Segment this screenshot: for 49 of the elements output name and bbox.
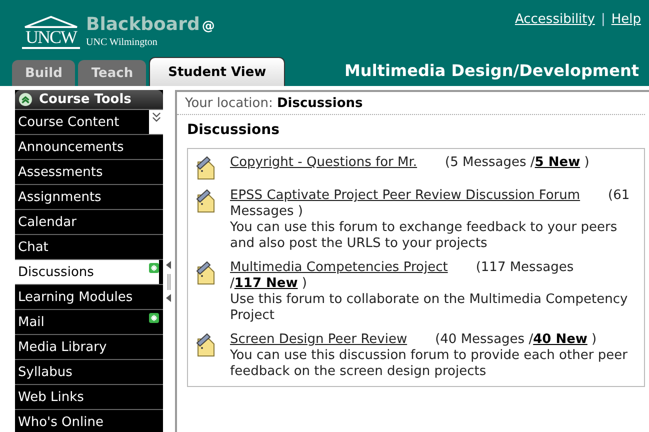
forum-icon bbox=[194, 333, 216, 357]
page-heading: Discussions bbox=[186, 121, 280, 140]
sidebar-title: Course Tools bbox=[39, 92, 132, 107]
sidebar-item[interactable]: Assessments bbox=[15, 160, 163, 184]
forum-icon bbox=[194, 189, 216, 213]
brand-name: Blackboard@ bbox=[86, 15, 215, 37]
forum-link[interactable]: Copyright - Questions for Mr. bbox=[230, 155, 418, 170]
sidebar-item[interactable]: Mail bbox=[15, 310, 163, 334]
view-tab[interactable]: Teach bbox=[78, 60, 146, 86]
brand-subtitle: UNC Wilmington bbox=[86, 37, 158, 48]
expand-icon[interactable] bbox=[149, 110, 163, 134]
new-messages-link[interactable]: 117 New bbox=[234, 276, 298, 291]
forum-link[interactable]: EPSS Captivate Project Peer Review Discussion Forum bbox=[230, 188, 580, 203]
forum-description: You can use this discussion forum to provide each other peer feedback on the screen design projects bbox=[230, 348, 628, 380]
sidebar-item[interactable]: Learning Modules bbox=[15, 285, 163, 309]
sidebar-item[interactable]: Chat bbox=[15, 235, 163, 259]
new-messages-link[interactable]: 5 New bbox=[534, 155, 580, 170]
course-title: Multimedia Design/Development bbox=[344, 61, 639, 82]
forum-link[interactable]: Multimedia Competencies Project bbox=[230, 260, 448, 275]
header-link[interactable]: Accessibility bbox=[514, 12, 595, 27]
forum-icon bbox=[194, 156, 216, 180]
sidebar-item[interactable]: Announcements bbox=[15, 135, 163, 159]
forum-description: Use this forum to collaborate on the Multimedia Competency Project bbox=[230, 292, 629, 324]
sidebar-item[interactable]: Calendar bbox=[15, 210, 163, 234]
university-logo: UNCW bbox=[22, 15, 80, 49]
sidebar-item[interactable]: Web Links bbox=[15, 385, 163, 409]
breadcrumb: Your location: Discussions bbox=[185, 96, 363, 111]
forum-description: You can use this forum to exchange feedback to your peers and also post the URLS to your projects bbox=[230, 220, 618, 252]
new-messages-link[interactable]: 40 New bbox=[533, 332, 588, 347]
view-tab[interactable]: Build bbox=[12, 60, 76, 86]
view-tab[interactable]: Student View bbox=[149, 57, 286, 86]
forum-entry: EPSS Captivate Project Peer Review Discussion Forum (61 Messages ) bbox=[230, 188, 631, 220]
forum-entry: Multimedia Competencies Project (117 Messages /117 New ) bbox=[230, 260, 575, 292]
link-separator: | bbox=[600, 12, 606, 27]
forum-link[interactable]: Screen Design Peer Review bbox=[230, 332, 408, 347]
sidebar-item[interactable]: Who's Online bbox=[15, 410, 163, 432]
sidebar-item[interactable]: Course Content bbox=[15, 110, 149, 134]
collapse-handle-icon[interactable] bbox=[165, 260, 173, 304]
forum-entry: Copyright - Questions for Mr. (5 Messages /5 New ) bbox=[230, 155, 590, 171]
course-tools-header[interactable]: Course Tools bbox=[15, 90, 163, 110]
forum-entry: Screen Design Peer Review (40 Messages /40 New ) bbox=[230, 332, 598, 348]
collapse-icon bbox=[19, 93, 32, 106]
sidebar-item[interactable]: Assignments bbox=[15, 185, 163, 209]
header-link[interactable]: Help bbox=[611, 12, 641, 27]
forum-icon bbox=[194, 261, 216, 285]
sidebar-item[interactable]: Syllabus bbox=[15, 360, 163, 384]
building-icon bbox=[22, 15, 80, 28]
sidebar-item[interactable]: Discussions bbox=[15, 260, 159, 284]
sidebar-item[interactable]: Media Library bbox=[15, 335, 163, 359]
